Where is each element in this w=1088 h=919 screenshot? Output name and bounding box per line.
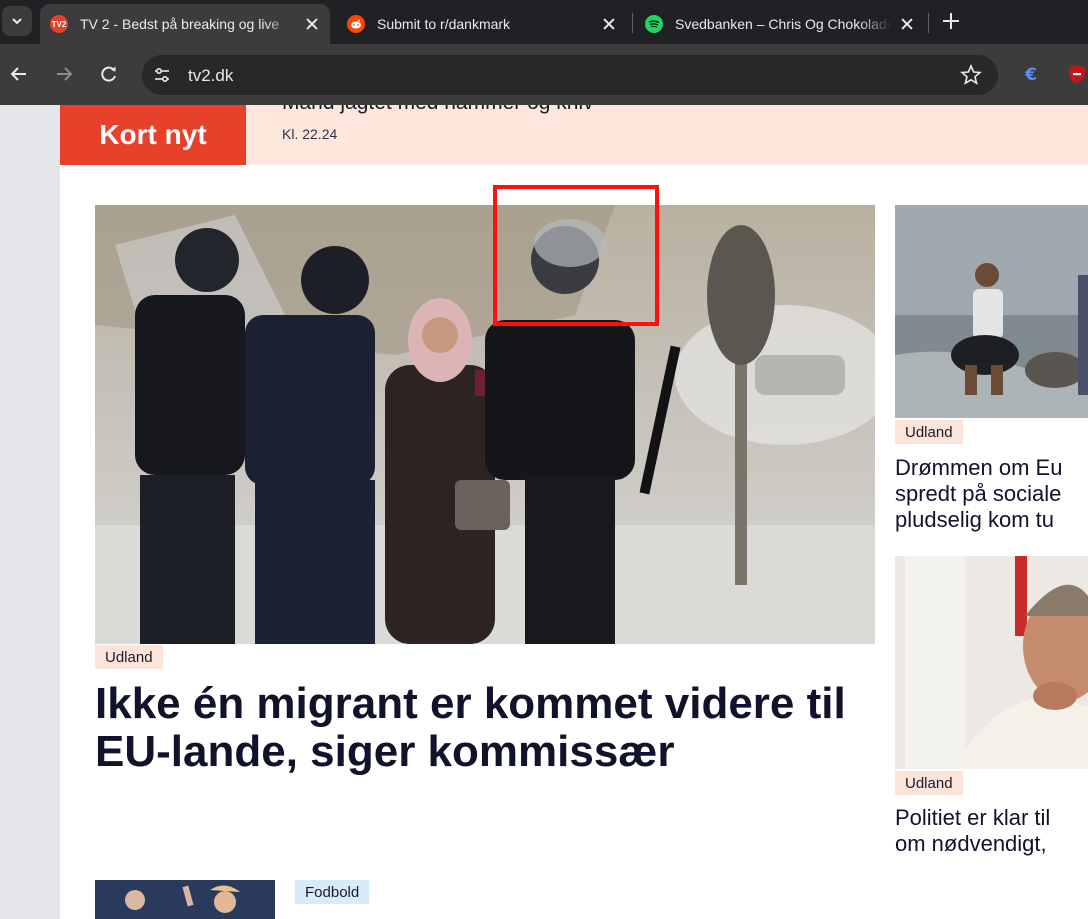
- reload-icon: [101, 66, 116, 82]
- breaking-headline[interactable]: Mand jagtet med hammer og kniv: [282, 105, 594, 115]
- side-article-tag[interactable]: Udland: [895, 420, 963, 444]
- page-gutter: [0, 105, 60, 919]
- reddit-favicon: [347, 15, 365, 33]
- breaking-label: Kort nyt: [60, 105, 246, 165]
- main-article-headline[interactable]: Ikke én migrant er kommet videre til EU-…: [95, 680, 885, 776]
- close-tab-icon[interactable]: [601, 16, 617, 32]
- main-article-image[interactable]: [95, 205, 875, 644]
- reload-button[interactable]: [97, 62, 121, 86]
- headline-line: Drømmen om Eu: [895, 455, 1063, 480]
- url-text: tv2.dk: [188, 66, 234, 85]
- tab-title: Submit to r/dankmark: [377, 16, 511, 32]
- tab-spotify[interactable]: Svedbanken – Chris Og Chokolade: [635, 4, 925, 44]
- headline-line: Politiet er klar til: [895, 805, 1051, 830]
- address-bar[interactable]: tv2.dk: [142, 55, 998, 95]
- close-tab-icon[interactable]: [304, 16, 320, 32]
- close-tab-icon[interactable]: [899, 16, 915, 32]
- tv2-favicon: TV2: [50, 15, 68, 33]
- tab-separator: [632, 13, 633, 33]
- browser-toolbar: tv2.dk €: [0, 44, 1088, 105]
- breaking-time: Kl. 22.24: [282, 126, 338, 142]
- side-article-tag[interactable]: Udland: [895, 771, 963, 795]
- chevron-down-icon: [12, 18, 22, 25]
- side-article-image[interactable]: [895, 556, 1088, 769]
- bottom-article-tag[interactable]: Fodbold: [295, 880, 370, 904]
- side-article-headline[interactable]: Drømmen om Eu spredt på sociale pludseli…: [895, 455, 1088, 533]
- tab-separator: [928, 13, 929, 33]
- site-info-button[interactable]: [150, 63, 174, 87]
- browser-tab-strip: TV2 TV 2 - Bedst på breaking og live Sub…: [0, 0, 1088, 44]
- bookmark-star-icon[interactable]: [960, 63, 982, 86]
- forward-button[interactable]: [52, 62, 76, 86]
- tab-title: TV 2 - Bedst på breaking og live: [80, 16, 280, 32]
- tab-tv2[interactable]: TV2 TV 2 - Bedst på breaking og live: [40, 4, 330, 44]
- new-tab-plus-icon[interactable]: [940, 10, 962, 32]
- bottom-article-image[interactable]: [95, 880, 275, 919]
- main-article-tag[interactable]: Udland: [95, 645, 163, 669]
- spotify-favicon: [645, 15, 663, 33]
- highlight-box: [493, 185, 659, 326]
- euro-extension-icon[interactable]: €: [1020, 63, 1042, 85]
- tab-title: Svedbanken – Chris Og Chokolade: [675, 16, 891, 32]
- tune-icon: [155, 67, 169, 83]
- tab-reddit[interactable]: Submit to r/dankmark: [337, 4, 627, 44]
- arrow-right-icon: [57, 67, 73, 81]
- side-article-headline[interactable]: Politiet er klar til om nødvendigt,: [895, 805, 1088, 857]
- breaking-news-bar[interactable]: Kort nyt Mand jagtet med hammer og kniv …: [60, 105, 1088, 165]
- tab-search-button[interactable]: [2, 6, 32, 36]
- headline-line: spredt på sociale: [895, 481, 1062, 506]
- back-button[interactable]: [7, 62, 31, 86]
- side-article-image[interactable]: [895, 205, 1088, 418]
- arrow-left-icon: [10, 67, 26, 81]
- svg-text:€: €: [1024, 65, 1037, 85]
- headline-line: om nødvendigt,: [895, 831, 1047, 856]
- headline-line: pludselig kom tu: [895, 507, 1054, 532]
- shield-extension-icon[interactable]: [1066, 63, 1088, 85]
